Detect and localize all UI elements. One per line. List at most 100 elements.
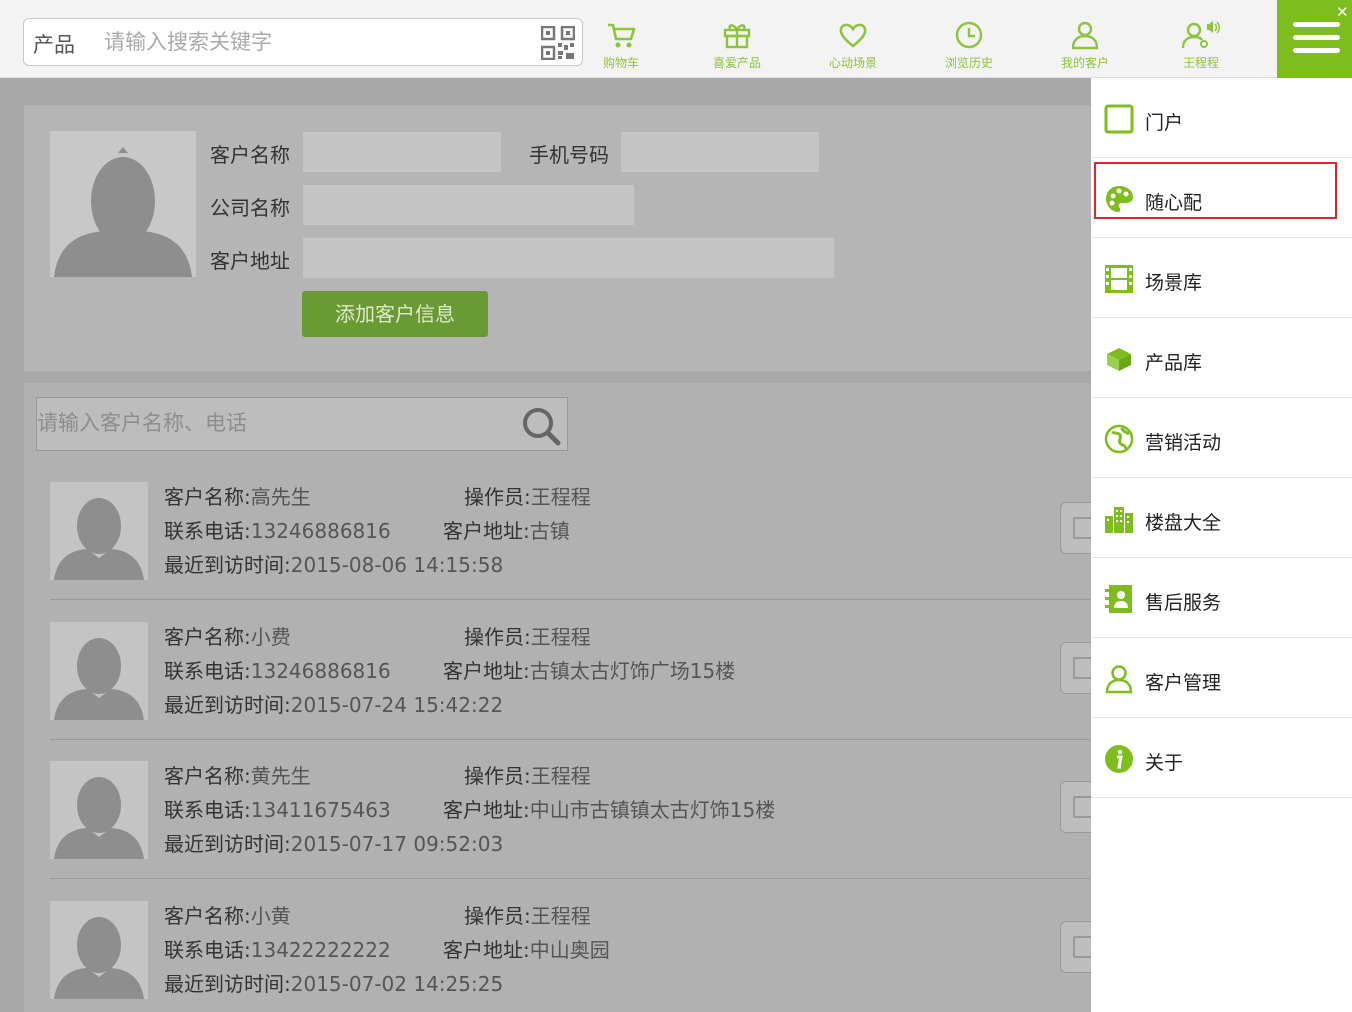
checkbox-icon <box>1073 796 1091 818</box>
globe-icon <box>1104 424 1134 454</box>
menu-item-label: 售后服务 <box>1145 592 1222 614</box>
info-icon <box>1105 745 1133 773</box>
cart-icon <box>608 23 636 48</box>
nav-history[interactable]: 浏览历史 <box>919 20 1019 76</box>
address-field[interactable] <box>303 238 834 278</box>
field-label: 最近到访时间: <box>164 832 291 856</box>
customer-name: 客户名称:小费 <box>164 621 291 650</box>
customer-phone: 联系电话:13246886816 <box>164 655 391 684</box>
film-icon <box>1105 265 1133 293</box>
field-value: 王程程 <box>530 485 591 509</box>
table-row[interactable]: 客户名称:小费 操作员:王程程 联系电话:13246886816 客户地址:古镇太古灯… <box>50 601 1091 740</box>
field-value: 13411675463 <box>250 798 391 822</box>
company-field[interactable] <box>303 185 634 225</box>
menu-item-real-estate[interactable]: 楼盘大全 <box>1091 478 1352 558</box>
checkbox-icon <box>1073 657 1091 679</box>
customer-phone: 联系电话:13246886816 <box>164 515 391 544</box>
customer-last-visit: 最近到访时间:2015-07-17 09:52:03 <box>164 828 503 857</box>
field-label: 客户名称: <box>164 764 251 788</box>
field-label: 客户名称: <box>164 625 251 649</box>
field-label: 最近到访时间: <box>164 972 291 996</box>
nav-favorite-products[interactable]: 喜爱产品 <box>687 20 787 76</box>
nav-favorite-scenes[interactable]: 心动场景 <box>803 20 903 76</box>
field-label: 客户地址: <box>443 798 530 822</box>
phone-field[interactable] <box>621 132 819 172</box>
avatar <box>50 482 148 580</box>
customer-search-input[interactable] <box>37 408 507 438</box>
search-icon[interactable] <box>520 406 564 446</box>
product-search-bar: 产品 <box>23 18 583 66</box>
heart-icon <box>839 23 867 48</box>
avatar <box>50 761 148 859</box>
search-category[interactable]: 产品 <box>33 29 75 59</box>
table-row[interactable]: 客户名称:高先生 操作员:王程程 联系电话:13246886816 客户地址:古镇 最近… <box>50 461 1091 600</box>
field-value: 2015-07-24 15:42:22 <box>290 693 504 717</box>
menu-item-scene-library[interactable]: 场景库 <box>1091 238 1352 318</box>
menu-item-label: 楼盘大全 <box>1145 512 1222 534</box>
menu-item-customer-management[interactable]: 客户管理 <box>1091 638 1352 718</box>
phone-label: 手机号码 <box>529 143 609 167</box>
field-value: 13246886816 <box>250 659 391 683</box>
field-label: 客户名称: <box>164 904 251 928</box>
field-value: 中山奥园 <box>529 938 610 962</box>
avatar <box>50 131 196 277</box>
field-value: 小费 <box>250 625 291 649</box>
field-value: 小黄 <box>250 904 291 928</box>
customer-address: 客户地址:中山市古镇镇太古灯饰15楼 <box>443 794 775 823</box>
avatar-placeholder-icon <box>54 917 144 999</box>
qr-code-icon[interactable] <box>541 26 575 60</box>
menu-item-about[interactable]: 关于 <box>1091 718 1352 798</box>
nav-label: 购物车 <box>602 56 639 70</box>
field-label: 联系电话: <box>164 659 251 683</box>
nav-user-profile[interactable]: 王程程 <box>1151 20 1251 76</box>
menu-item-product-library[interactable]: 产品库 <box>1091 318 1352 398</box>
customer-list-panel: 客户名称:高先生操作员:王程程联系电话:13246886816客户地址:古镇最近… <box>24 383 1091 1012</box>
gift-icon <box>723 24 751 49</box>
field-value: 中山市古镇镇太古灯饰15楼 <box>529 798 776 822</box>
main-content: 客户名称 手机号码 公司名称 客户地址 添加客户信息 客户名称:高先生操作员:王… <box>0 78 1091 1012</box>
hamburger-icon-bar <box>1293 48 1340 53</box>
field-value: 王程程 <box>530 904 591 928</box>
field-label: 最近到访时间: <box>164 553 291 577</box>
customer-operator: 操作员:王程程 <box>464 760 591 789</box>
menu-item-label: 门户 <box>1145 112 1184 134</box>
nav-my-customers[interactable]: 我的客户 <box>1035 20 1135 76</box>
customer-name-field[interactable] <box>303 132 501 172</box>
customer-last-visit: 最近到访时间:2015-07-02 14:25:25 <box>164 968 503 997</box>
avatar-placeholder-icon <box>54 777 144 859</box>
field-value: 2015-07-02 14:25:25 <box>290 972 504 996</box>
field-value: 黄先生 <box>250 764 311 788</box>
row-action-button[interactable] <box>1060 642 1091 694</box>
field-label: 客户地址: <box>443 938 530 962</box>
search-input[interactable] <box>104 27 524 57</box>
nav-cart[interactable]: 购物车 <box>571 20 671 76</box>
avatar-placeholder-icon <box>54 638 144 720</box>
customer-name-label: 客户名称 <box>210 143 290 167</box>
field-label: 联系电话: <box>164 519 251 543</box>
close-icon[interactable]: ✕ <box>1336 3 1349 21</box>
customer-operator: 操作员:王程程 <box>464 621 591 650</box>
menu-item-marketing[interactable]: 营销活动 <box>1091 398 1352 478</box>
field-value: 2015-08-06 14:15:58 <box>290 553 504 577</box>
add-customer-button[interactable]: 添加客户信息 <box>302 291 488 337</box>
building-icon <box>1105 507 1133 533</box>
row-action-button[interactable] <box>1060 781 1091 833</box>
portal-icon <box>1104 104 1134 134</box>
row-action-button[interactable] <box>1060 502 1091 554</box>
menu-item-after-sales[interactable]: 售后服务 <box>1091 558 1352 638</box>
field-value: 13246886816 <box>250 519 391 543</box>
menu-item-free-match[interactable]: 随心配 <box>1091 158 1352 238</box>
table-row[interactable]: 客户名称:小黄 操作员:王程程 联系电话:13422222222 客户地址:中山奥园最… <box>50 880 1091 1012</box>
field-label: 联系电话: <box>164 798 251 822</box>
field-label: 客户名称: <box>164 485 251 509</box>
field-label: 客户地址: <box>443 519 530 543</box>
field-value: 古镇太古灯饰广场15楼 <box>529 659 736 683</box>
row-action-button[interactable] <box>1060 921 1091 973</box>
company-label: 公司名称 <box>210 196 290 220</box>
field-label: 操作员: <box>464 904 531 928</box>
menu-item-label: 关于 <box>1145 752 1184 774</box>
table-row[interactable]: 客户名称:黄先生 操作员:王程程联系电话:13411675463 客户地址:中山市古… <box>50 740 1091 879</box>
field-label: 操作员: <box>464 485 531 509</box>
field-label: 操作员: <box>464 764 531 788</box>
menu-item-portal[interactable]: 门户 <box>1091 78 1352 158</box>
